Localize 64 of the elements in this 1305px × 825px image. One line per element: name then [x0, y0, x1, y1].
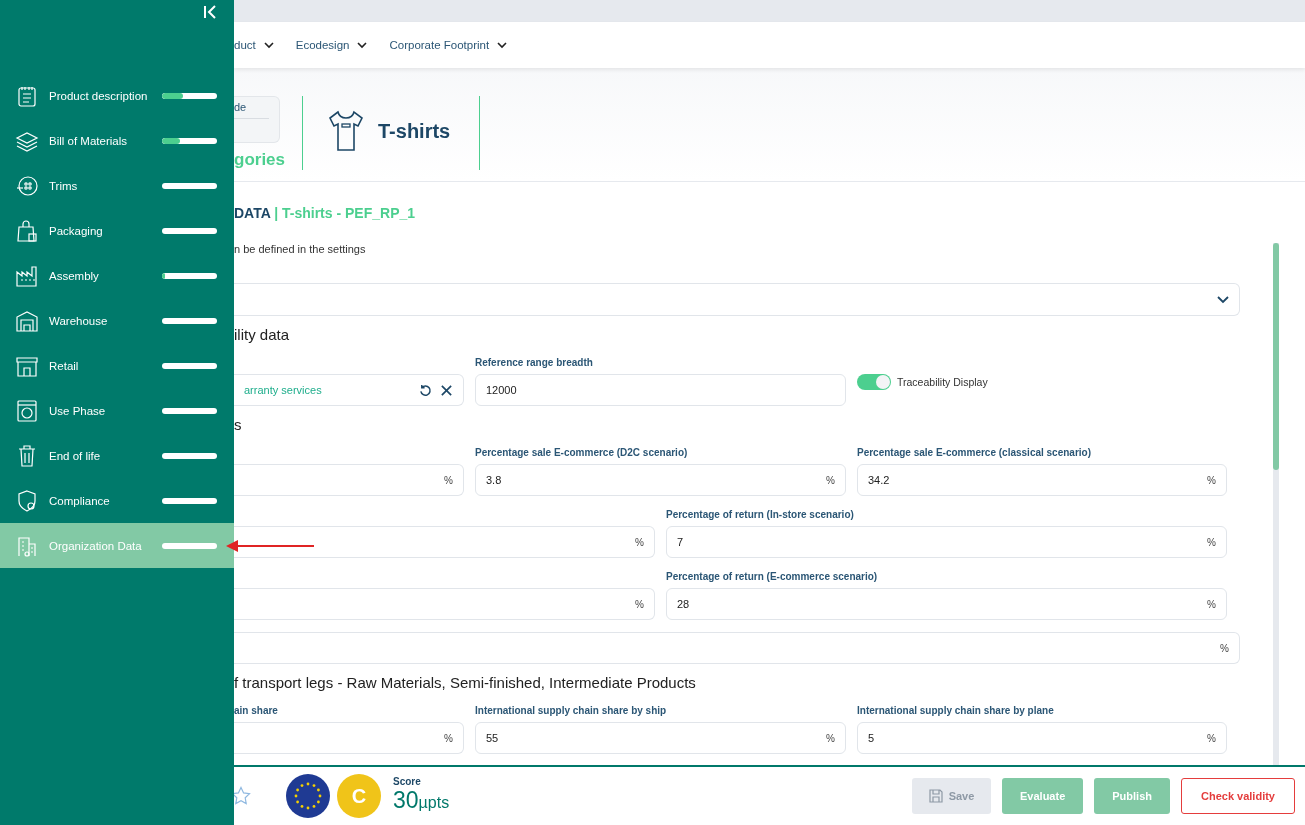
toggle-label: Traceability Display [897, 376, 988, 388]
field-label: Percentage sale E-commerce (D2C scenario) [475, 446, 689, 460]
search-card: de [234, 96, 280, 143]
sidebar-item[interactable]: Product description [0, 73, 234, 118]
grade-badge: C [337, 774, 381, 818]
sidebar-item[interactable]: Warehouse [0, 298, 234, 343]
input-field[interactable]: 34.2 % [857, 464, 1227, 496]
chevron-down-icon [1217, 295, 1229, 304]
button-icon [15, 173, 39, 198]
sidebar-item[interactable]: Packaging [0, 208, 234, 253]
sidebar-item[interactable]: Bill of Materials [0, 118, 234, 163]
field-label: Percentage sale E-commerce (classical scenario) [857, 446, 1093, 460]
field-label: Reference range breadth [475, 356, 594, 370]
factory-icon [15, 263, 39, 288]
field-label: Percentage of return (In-store scenario) [666, 508, 855, 522]
field-label: ain share [234, 704, 279, 718]
product-title: T-shirts [378, 120, 452, 143]
input-field[interactable]: % [234, 588, 655, 620]
input-field[interactable]: 28 % [666, 588, 1227, 620]
dropdown-field[interactable] [234, 283, 1240, 316]
caret-icon [263, 41, 274, 49]
field-label: Percentage of return (E-commerce scenario) [666, 570, 879, 584]
section-heading: ility data [234, 326, 291, 345]
collapse-icon[interactable] [202, 4, 218, 20]
refresh-icon[interactable] [419, 383, 432, 397]
input-field[interactable]: 55 % [475, 722, 846, 754]
check-button[interactable]: Check validity [1181, 778, 1295, 814]
input-field[interactable]: 12000 [475, 374, 846, 406]
settings-note: n be defined in the settings [234, 243, 367, 255]
section-heading: f transport legs - Raw Materials, Semi-finished, Intermediate Products [234, 674, 697, 693]
field-label: International supply chain share by plane [857, 704, 1055, 718]
input-field[interactable]: % [234, 722, 464, 754]
sidebar-item[interactable]: Retail [0, 343, 234, 388]
categories-title: gories [234, 149, 286, 171]
input-field[interactable]: 7 % [666, 526, 1227, 558]
nav-menu[interactable]: Corporate Footprint [389, 39, 508, 51]
section-heading: s [234, 416, 243, 435]
shopping-bag-icon [15, 218, 39, 243]
tshirt-icon [328, 110, 364, 152]
score-label: Score [393, 776, 422, 787]
star-icon[interactable] [231, 786, 251, 806]
caret-icon [357, 41, 368, 49]
eu-flag-icon [286, 774, 330, 818]
input-field[interactable]: % [234, 632, 1240, 664]
input-field[interactable]: % [234, 526, 655, 558]
shield-icon [15, 488, 39, 513]
score-value: 30µpts [393, 787, 450, 815]
close-icon[interactable] [440, 383, 453, 397]
sidebar-item[interactable]: End of life [0, 433, 234, 478]
sidebar-item[interactable]: Assembly [0, 253, 234, 298]
select-field[interactable]: arranty services [234, 374, 464, 406]
washing-machine-icon [15, 398, 39, 423]
input-field[interactable]: 3.8 % [475, 464, 846, 496]
nav-menu[interactable]: Ecodesign [295, 39, 368, 51]
sidebar-item[interactable]: Trims [0, 163, 234, 208]
sidebar-item[interactable]: Use Phase [0, 388, 234, 433]
input-field[interactable]: % [234, 464, 464, 496]
sidebar-item[interactable]: Compliance [0, 478, 234, 523]
nav-menu[interactable]: duct [234, 39, 274, 51]
field-label: International supply chain share by ship [475, 704, 668, 718]
section-title: DATA | T-shirts - PEF_RP_1 [234, 205, 417, 221]
toggle-switch[interactable] [857, 374, 891, 390]
input-field[interactable]: 5 % [857, 722, 1227, 754]
caret-icon [497, 41, 508, 49]
